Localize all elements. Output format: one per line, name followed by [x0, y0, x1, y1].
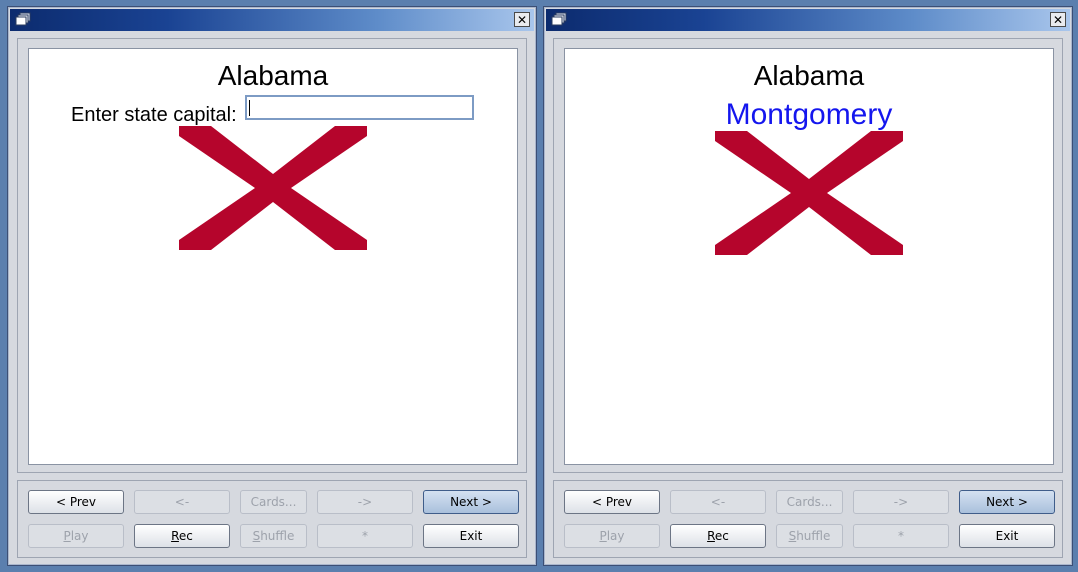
exit-button[interactable]: Exit [959, 524, 1055, 548]
next-button[interactable]: Next > [423, 490, 519, 514]
shuffle-button[interactable]: Shuffle [240, 524, 307, 548]
capital-prompt-label: Enter state capital: [71, 104, 237, 126]
capital-answer: Montgomery [725, 98, 893, 131]
state-name: Alabama [217, 60, 329, 91]
cards-button[interactable]: Cards... [776, 490, 843, 514]
close-button[interactable]: ✕ [1050, 12, 1066, 27]
app-window-icon [551, 12, 567, 26]
star-button[interactable]: * [317, 524, 413, 548]
button-panel: < Prev <- Cards... -> Next > Play Rec Sh… [17, 480, 527, 558]
cards-button[interactable]: Cards... [240, 490, 307, 514]
exit-button[interactable]: Exit [423, 524, 519, 548]
text-caret [249, 100, 250, 116]
star-button[interactable]: * [853, 524, 949, 548]
prev-button[interactable]: < Prev [28, 490, 124, 514]
forward-button[interactable]: -> [317, 490, 413, 514]
close-icon: ✕ [516, 13, 528, 27]
close-icon: ✕ [1052, 13, 1064, 27]
state-name: Alabama [753, 60, 865, 91]
app-window-icon [15, 12, 31, 26]
alabama-flag [715, 131, 903, 255]
alabama-flag [179, 126, 367, 250]
next-button[interactable]: Next > [959, 490, 1055, 514]
play-button[interactable]: Play [28, 524, 124, 548]
flashcard-window-answer: ✕ Alabama Montgomery < Prev <- Cards... … [543, 6, 1073, 566]
flashcard: Alabama Montgomery [564, 48, 1054, 465]
back-button[interactable]: <- [134, 490, 230, 514]
flashcard: Alabama Enter state capital: [28, 48, 518, 465]
forward-button[interactable]: -> [853, 490, 949, 514]
shuffle-button[interactable]: Shuffle [776, 524, 843, 548]
back-button[interactable]: <- [670, 490, 766, 514]
card-frame: Alabama Montgomery [553, 38, 1063, 473]
title-bar[interactable]: ✕ [546, 9, 1070, 31]
prev-button[interactable]: < Prev [564, 490, 660, 514]
capital-answer-input[interactable] [245, 95, 474, 120]
play-button[interactable]: Play [564, 524, 660, 548]
card-frame: Alabama Enter state capital: [17, 38, 527, 473]
close-button[interactable]: ✕ [514, 12, 530, 27]
button-panel: < Prev <- Cards... -> Next > Play Rec Sh… [553, 480, 1063, 558]
title-bar[interactable]: ✕ [10, 9, 534, 31]
flashcard-window-question: ✕ Alabama Enter state capital: < Prev <-… [7, 6, 537, 566]
rec-button[interactable]: Rec [670, 524, 766, 548]
rec-button[interactable]: Rec [134, 524, 230, 548]
